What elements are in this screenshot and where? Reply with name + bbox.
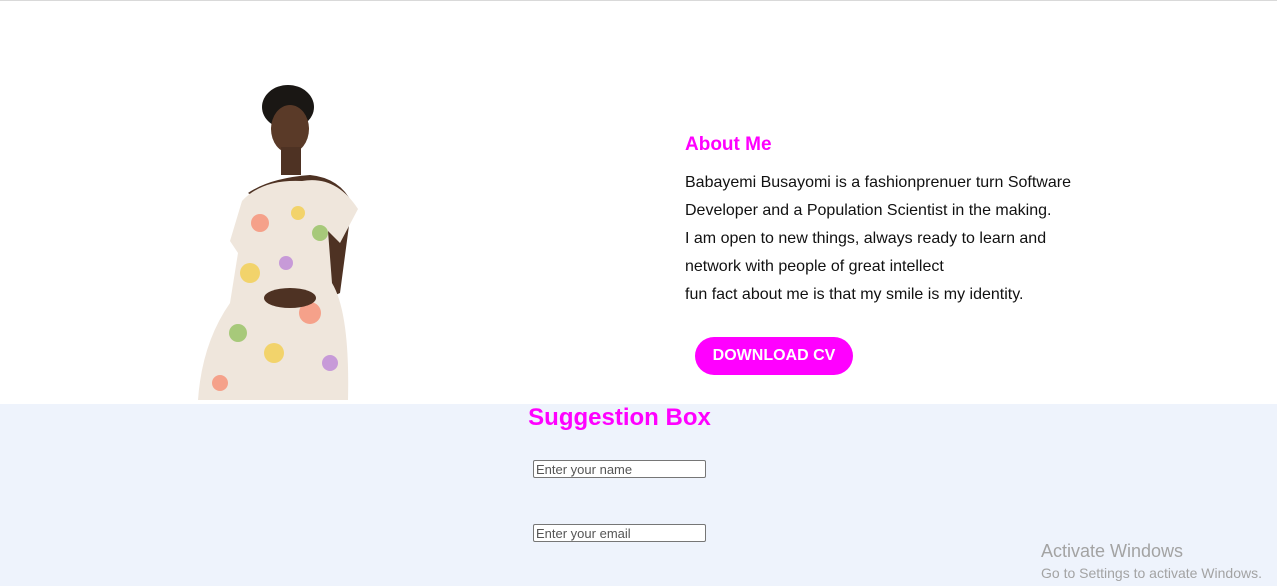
watermark-subtitle: Go to Settings to activate Windows. xyxy=(1041,565,1262,581)
email-input[interactable] xyxy=(533,524,706,542)
bio-line: Babayemi Busayomi is a fashionprenuer tu… xyxy=(685,174,1071,191)
watermark-title: Activate Windows xyxy=(1041,541,1184,561)
bio-line: I am open to new things, always ready to… xyxy=(685,230,1047,247)
download-cv-button[interactable]: DOWNLOAD CV xyxy=(695,337,853,375)
bio-line: network with people of great intellect xyxy=(685,258,944,275)
about-section: About Me Babayemi Busayomi is a fashionp… xyxy=(685,132,1105,309)
about-heading: About Me xyxy=(685,134,772,155)
bio-line: Developer and a Population Scientist in … xyxy=(685,202,1052,219)
bio-line: fun fact about me is that my smile is my… xyxy=(685,286,1024,303)
profile-photo xyxy=(198,85,358,400)
hero-section: About Me Babayemi Busayomi is a fashionp… xyxy=(0,1,1277,404)
suggestion-heading: Suggestion Box xyxy=(528,404,711,431)
about-bio: Babayemi Busayomi is a fashionprenuer tu… xyxy=(685,169,1105,309)
activate-windows-watermark: Activate Windows Go to Settings to activ… xyxy=(1041,540,1262,583)
name-input[interactable] xyxy=(533,460,706,478)
